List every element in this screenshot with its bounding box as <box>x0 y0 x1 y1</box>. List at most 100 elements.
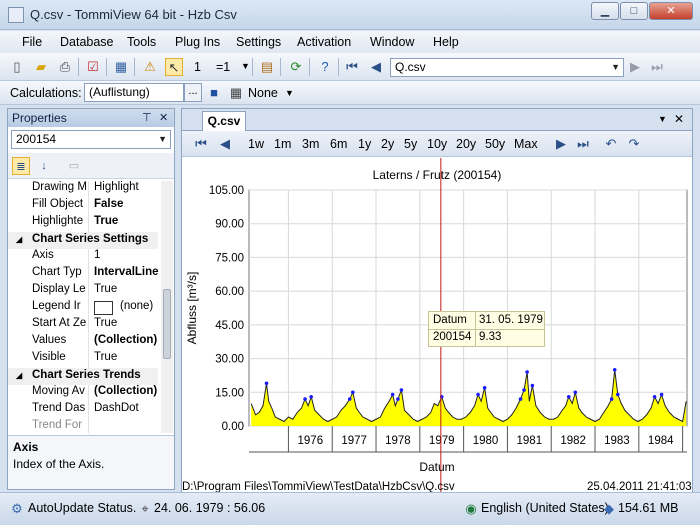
zoom-1w[interactable]: 1w <box>248 137 264 151</box>
series-peak-point <box>351 390 355 395</box>
property-value: Highlight <box>94 181 139 193</box>
tab-q-csv[interactable]: Q.csv <box>202 111 246 131</box>
maximize-button[interactable]: □ <box>620 2 648 20</box>
close-button[interactable]: ✕ <box>649 2 693 20</box>
next-icon[interactable]: ▶ <box>552 135 570 153</box>
y-tick-label: 105.00 <box>209 185 244 197</box>
tab-list-icon[interactable]: ▼ <box>658 114 667 124</box>
calc-browse-button[interactable]: ... <box>184 83 202 102</box>
object-combo[interactable]: 200154 ▼ <box>11 130 171 149</box>
property-value: True <box>94 351 118 363</box>
property-row[interactable]: Drawing M Highlight <box>8 181 158 198</box>
zoom-toolbar: ⏮ ◀ 1w 1m 3m 6m 1y 2y 5y 10y 20y 50y Max ▶ ⏭ ↶ ↷ <box>182 131 692 157</box>
series-peak-point <box>530 383 535 388</box>
window-title: Q.csv - TommiView 64 bit - Hzb Csv <box>30 7 237 22</box>
y-tick-label: 75.00 <box>215 252 244 264</box>
zoom-1y[interactable]: 1y <box>358 137 371 151</box>
x-tick-label: 1984 <box>648 435 674 447</box>
property-row[interactable]: Visible True <box>8 351 158 368</box>
pin-icon[interactable]: ⊤ <box>142 111 152 124</box>
chevron-down-icon[interactable]: ▼ <box>611 59 620 76</box>
tooltip-value-1: 31. 05. 1979 <box>479 314 543 326</box>
none-dropdown-icon[interactable]: ▼ <box>285 88 294 98</box>
export-icon[interactable]: ▤ <box>258 58 276 76</box>
menu-database[interactable]: Database <box>60 35 114 49</box>
counter-label[interactable]: =1 <box>216 60 230 74</box>
refresh-icon[interactable]: ⟳ <box>287 58 305 76</box>
save-icon[interactable]: ■ <box>205 84 223 102</box>
counter-dropdown-icon[interactable]: ▼ <box>241 61 250 71</box>
first-icon[interactable]: ⏮ <box>192 135 210 153</box>
property-row[interactable]: Trend Das DashDot <box>8 402 158 419</box>
property-scrollbar[interactable] <box>161 181 173 433</box>
menu-plugins[interactable]: Plug Ins <box>175 35 220 49</box>
next-icon[interactable]: ▶ <box>626 58 644 76</box>
open-folder-icon[interactable]: ▰ <box>32 58 50 76</box>
property-value: DashDot <box>94 402 139 414</box>
scrollbar-thumb[interactable] <box>163 289 171 359</box>
calc-field[interactable]: (Auflistung) <box>84 83 184 102</box>
property-category[interactable]: ◢ Chart Series Settings <box>8 232 158 249</box>
zoom-5y[interactable]: 5y <box>404 137 417 151</box>
tooltip-key-1: Datum <box>433 314 467 326</box>
property-category[interactable]: ◢ Chart Series Trends <box>8 368 158 385</box>
property-row[interactable]: Chart Typ IntervalLine <box>8 266 159 283</box>
property-row[interactable]: Start At Ze True <box>8 317 158 334</box>
cursor-readout: 24. 06. 1979 : 56.06 <box>154 501 266 515</box>
zoom-6m[interactable]: 6m <box>330 137 347 151</box>
categorized-icon[interactable]: ≣ <box>12 157 30 175</box>
redo-icon[interactable]: ↷ <box>625 135 643 153</box>
zoom-2y[interactable]: 2y <box>381 137 394 151</box>
chevron-down-icon[interactable]: ▼ <box>158 131 167 148</box>
database-icon[interactable]: ▦ <box>112 58 130 76</box>
none-dropdown[interactable]: None <box>248 86 278 100</box>
minimize-button[interactable]: ▁ <box>591 2 619 20</box>
collapse-icon[interactable]: ◢ <box>16 371 22 380</box>
file-combo[interactable]: Q.csv ▼ <box>390 58 624 77</box>
calculator-icon[interactable]: ▦ <box>227 84 245 102</box>
zoom-50y[interactable]: 50y <box>485 137 505 151</box>
property-row[interactable]: Highlighte True <box>8 215 158 232</box>
zoom-3m[interactable]: 3m <box>302 137 319 151</box>
undo-icon[interactable]: ↶ <box>602 135 620 153</box>
property-row[interactable]: Display Le True <box>8 283 158 300</box>
zoom-10y[interactable]: 10y <box>427 137 447 151</box>
sort-az-icon[interactable]: ↓ <box>35 157 53 175</box>
menu-help[interactable]: Help <box>433 35 459 49</box>
menu-tools[interactable]: Tools <box>127 35 156 49</box>
series-peak-point <box>615 392 620 397</box>
help-text: Index of the Axis. <box>13 457 105 471</box>
previous-icon[interactable]: ◀ <box>367 58 385 76</box>
properties-toolbar: ≣ ↓ ▭ <box>8 153 174 179</box>
new-file-icon[interactable]: ▯ <box>8 58 26 76</box>
property-row[interactable]: Values (Collection) <box>8 334 158 351</box>
menu-activation[interactable]: Activation <box>297 35 351 49</box>
help-icon[interactable]: ? <box>316 58 334 76</box>
last-icon[interactable]: ⏭ <box>574 135 592 153</box>
property-row[interactable]: Fill Object False <box>8 198 158 215</box>
previous-icon[interactable]: ◀ <box>216 135 234 153</box>
checklist-icon[interactable]: ☑ <box>84 58 102 76</box>
tab-close-icon[interactable]: ✕ <box>674 112 684 126</box>
print-icon[interactable]: ⎙ <box>56 58 74 76</box>
property-pages-icon[interactable]: ▭ <box>65 157 83 175</box>
property-row[interactable]: Axis 1 <box>8 249 158 266</box>
property-row[interactable]: Moving Av (Collection) <box>8 385 158 402</box>
zoom-20y[interactable]: 20y <box>456 137 476 151</box>
menu-file[interactable]: File <box>22 35 42 49</box>
menu-window[interactable]: Window <box>370 35 414 49</box>
first-icon[interactable]: ⏮ <box>343 58 361 76</box>
pointer-select-icon[interactable]: ↖ <box>165 58 183 76</box>
warning-icon[interactable]: ⚠ <box>141 58 159 76</box>
property-row[interactable]: Trend For <box>8 419 158 433</box>
last-icon[interactable]: ⏭ <box>648 58 666 76</box>
menu-settings[interactable]: Settings <box>236 35 281 49</box>
collapse-icon[interactable]: ◢ <box>16 235 22 244</box>
close-icon[interactable]: ✕ <box>159 111 168 124</box>
app-icon <box>8 7 24 23</box>
property-row[interactable]: Legend Ir (none) <box>8 300 158 317</box>
zoom-1m[interactable]: 1m <box>274 137 291 151</box>
x-tick-label: 1976 <box>298 435 324 447</box>
series-peak-point <box>396 397 400 401</box>
zoom-Max[interactable]: Max <box>514 137 538 151</box>
